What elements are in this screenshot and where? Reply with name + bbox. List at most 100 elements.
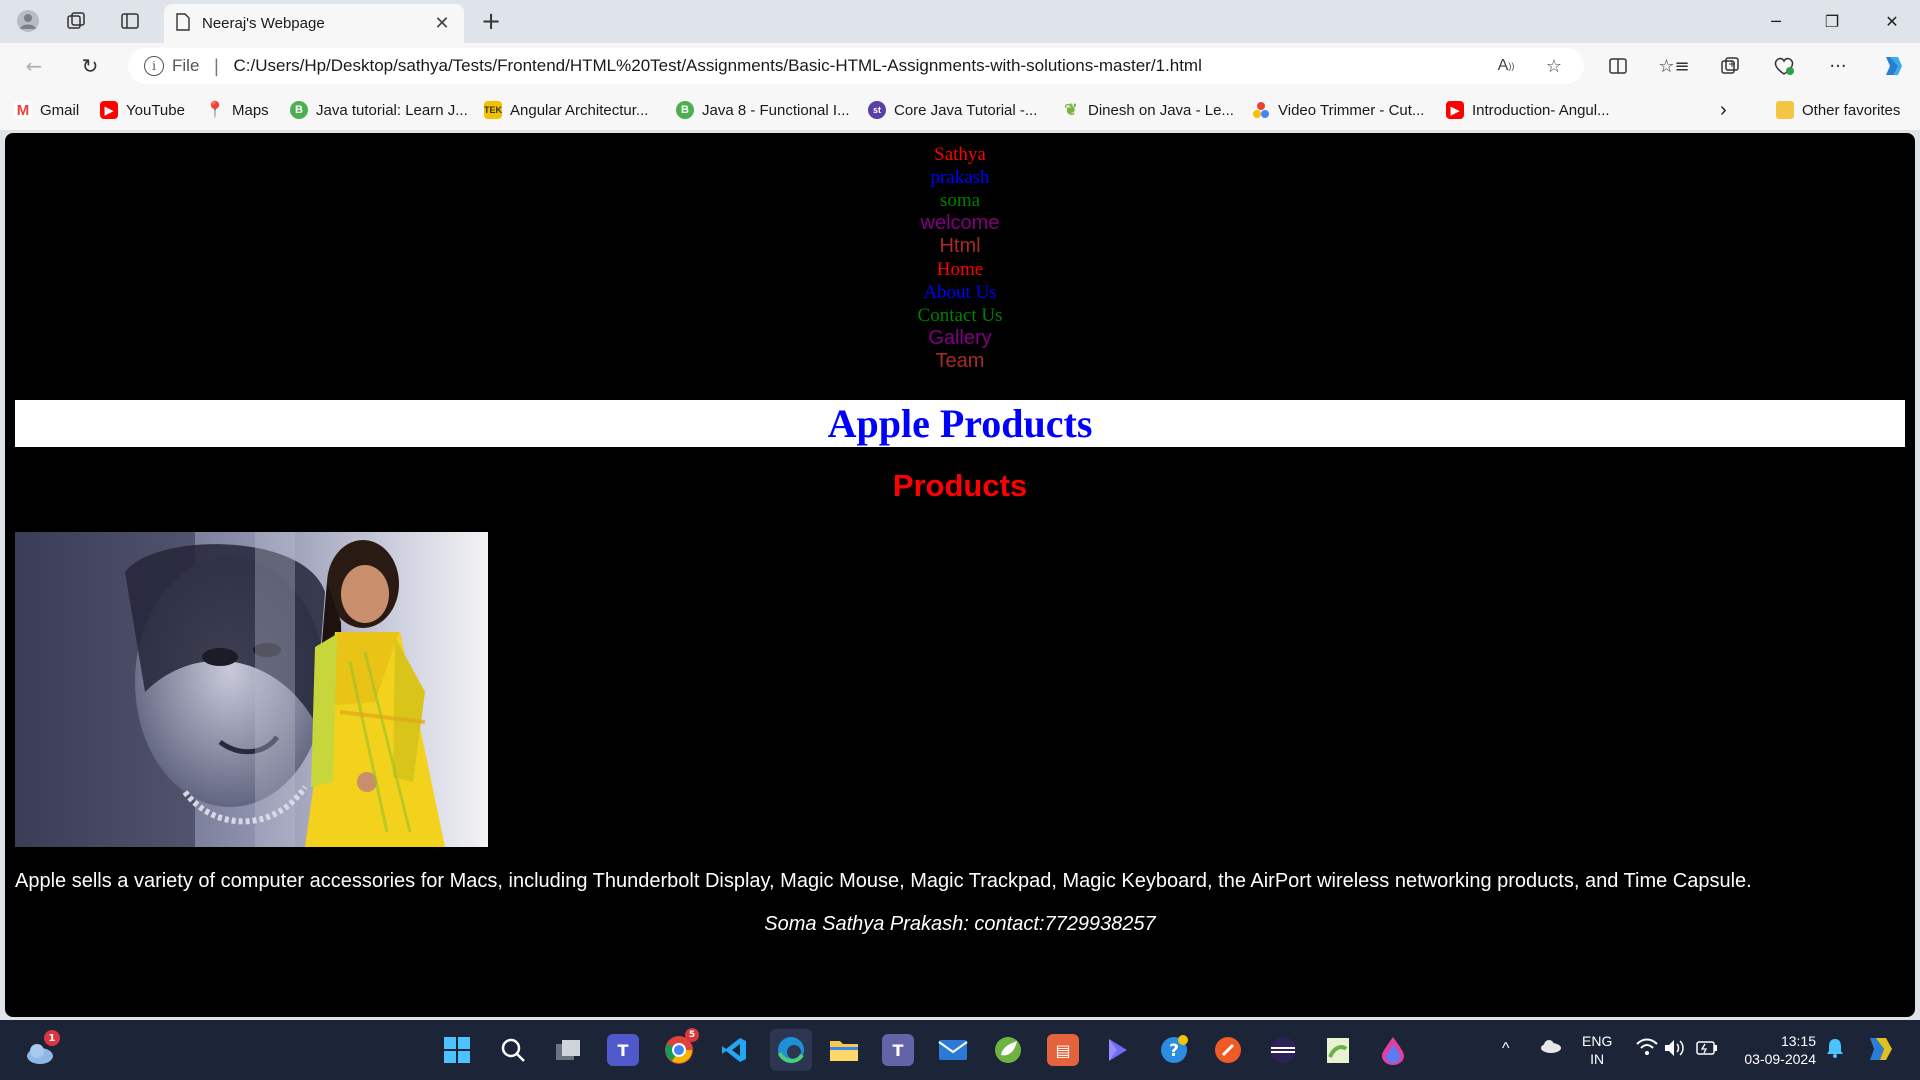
language-indicator[interactable]: ENG IN [1582,1032,1612,1068]
read-aloud-icon[interactable]: A)) [1488,48,1524,84]
gmail-icon: M [14,101,32,119]
bookmark-dinesh-on-java[interactable]: ❦ Dinesh on Java - Le... [1062,98,1234,122]
page-viewport: Sathya prakash soma welcome Html Home Ab… [5,133,1915,1017]
restore-icon[interactable]: ❐ [1804,0,1860,43]
profile-icon[interactable] [12,7,44,35]
file-explorer-icon[interactable] [828,1034,860,1066]
bookmark-label: Dinesh on Java - Le... [1088,101,1234,119]
copilot-icon[interactable] [1874,49,1910,83]
clock-time: 13:15 [1780,1033,1816,1049]
product-photo [15,532,488,847]
edge-icon[interactable] [770,1029,812,1071]
bookmark-label: Video Trimmer - Cut... [1278,101,1425,119]
close-tab-icon[interactable]: ✕ [432,13,452,34]
copilot-taskbar-icon[interactable] [1864,1034,1894,1068]
task-view-icon[interactable] [552,1034,584,1066]
collections-icon[interactable] [1712,49,1748,83]
nav-item-prakash: prakash [930,167,990,188]
office-app-icon[interactable]: ▤ [1047,1034,1079,1066]
address-bar[interactable]: i File | C:/Users/Hp/Desktop/sathya/Test… [128,48,1584,84]
back-icon[interactable]: ← [16,49,52,83]
weather-widget-icon[interactable]: 1 [24,1030,60,1068]
more-options-icon[interactable]: ··· [1820,49,1856,83]
bookmark-label: Introduction- Angul... [1472,101,1610,119]
language-label: ENG [1582,1033,1613,1049]
teams-chat-icon[interactable]: T [607,1034,639,1066]
more-bookmarks-chevron-icon[interactable]: › [1720,98,1727,122]
page-heading: Apple Products [827,401,1093,446]
show-hidden-icons-chevron-icon[interactable]: ^ [1502,1040,1510,1058]
help-icon[interactable]: ? [1158,1034,1190,1066]
refresh-icon[interactable]: ↻ [72,49,108,83]
tab-title: Neeraj's Webpage [202,15,325,32]
info-icon[interactable]: i [144,56,164,76]
workspaces-icon[interactable] [60,7,92,35]
youtube-icon: ▶ [100,101,118,119]
chrome-icon[interactable]: 5 [663,1028,699,1066]
nav-item-about-us: About Us [923,282,997,303]
favorite-star-icon[interactable]: ☆ [1536,48,1572,84]
nav-item-team: Team [935,350,985,372]
leaf-icon: ❦ [1064,102,1078,119]
bookmark-gmail[interactable]: M Gmail [14,98,79,122]
postman-icon[interactable] [1212,1034,1244,1066]
clock[interactable]: 13:15 03-09-2024 [1736,1032,1816,1068]
dots-icon [1252,101,1270,119]
new-tab-button[interactable]: + [475,7,507,35]
clock-date: 03-09-2024 [1744,1051,1816,1067]
bookmark-core-java[interactable]: st Core Java Tutorial -... [868,98,1037,122]
paint-drop-icon[interactable] [1377,1034,1409,1066]
eclipse-icon[interactable] [1267,1034,1299,1066]
browser-title-bar: Neeraj's Webpage ✕ + ─ ❐ ✕ [0,0,1920,43]
search-icon[interactable] [497,1034,529,1066]
onedrive-icon[interactable] [1540,1038,1562,1058]
teams-icon[interactable]: T [882,1034,914,1066]
notepad-plus-icon[interactable] [1322,1034,1354,1066]
wifi-icon[interactable] [1636,1038,1658,1060]
browser-essentials-icon[interactable] [1766,49,1802,83]
vertical-tabs-icon[interactable] [114,7,146,35]
minimize-icon[interactable]: ─ [1748,0,1804,43]
split-screen-icon[interactable] [1600,49,1636,83]
nav-item-html: Html [939,235,981,257]
bookmark-introduction-angular[interactable]: ▶ Introduction- Angul... [1446,98,1610,122]
volume-icon[interactable] [1664,1039,1686,1061]
bookmark-maps[interactable]: 📍 Maps [205,98,269,122]
weather-badge: 1 [44,1030,60,1046]
spring-tool-icon[interactable] [992,1034,1024,1066]
bookmark-java-tutorial[interactable]: B Java tutorial: Learn J... [290,98,468,122]
bookmark-video-trimmer[interactable]: Video Trimmer - Cut... [1252,98,1424,122]
address-separator: | [213,55,220,77]
tek-icon: TEK [484,101,502,119]
bookmark-label: Java 8 - Functional I... [702,101,850,119]
st-icon: st [868,101,886,119]
battery-icon[interactable] [1696,1041,1718,1059]
nav-text-list: Sathya prakash soma welcome Html Home Ab… [5,143,1915,373]
browser-toolbar: ← ↻ i File | C:/Users/Hp/Desktop/sathya/… [0,43,1920,89]
chrome-badge: 5 [685,1028,699,1042]
close-window-icon[interactable]: ✕ [1864,0,1920,43]
products-paragraph: Apple sells a variety of computer access… [15,870,1752,892]
b-icon: B [290,101,308,119]
contact-footer: Soma Sathya Prakash: contact:7729938257 [764,913,1156,935]
svg-text:?: ? [1169,1041,1179,1061]
url-text[interactable]: C:/Users/Hp/Desktop/sathya/Tests/Fronten… [233,56,1201,76]
vscode-icon[interactable] [718,1034,750,1066]
scheme-label: File [172,56,200,75]
favorites-icon[interactable]: ☆≡ [1656,49,1692,83]
power-automate-icon[interactable] [1102,1034,1134,1066]
other-favorites[interactable]: Other favorites [1776,98,1900,122]
mail-icon[interactable] [937,1034,969,1066]
active-tab[interactable]: Neeraj's Webpage ✕ [164,4,464,43]
nav-item-soma: soma [939,190,981,211]
notification-bell-icon[interactable] [1826,1038,1844,1062]
bookmark-angular-architecture[interactable]: TEK Angular Architectur... [484,98,648,122]
bookmark-java8-functional[interactable]: B Java 8 - Functional I... [676,98,850,122]
youtube-icon: ▶ [1446,101,1464,119]
nav-item-sathya: Sathya [934,144,986,165]
maps-icon: 📍 [205,102,225,119]
other-favorites-label: Other favorites [1802,101,1901,119]
start-icon[interactable] [441,1034,473,1066]
bookmark-youtube[interactable]: ▶ YouTube [100,98,185,122]
nav-item-contact-us: Contact Us [917,305,1003,326]
